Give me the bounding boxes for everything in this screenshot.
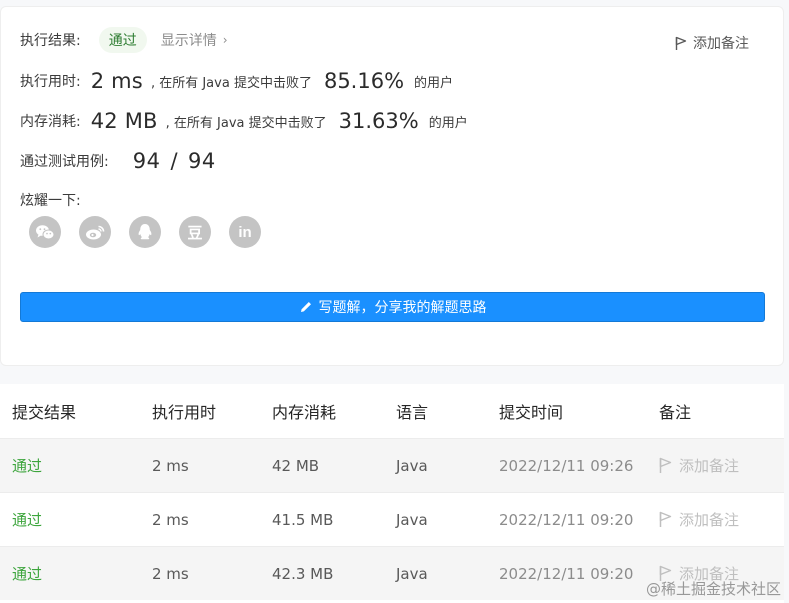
linkedin-glyph: in <box>238 223 252 241</box>
row-result-link[interactable]: 通过 <box>12 509 42 530</box>
qq-icon[interactable] <box>129 216 161 248</box>
header-memory: 内存消耗 <box>272 403 337 422</box>
linkedin-icon[interactable]: in <box>229 216 261 248</box>
share-icons: 豆 in <box>29 216 279 248</box>
header-language: 语言 <box>396 403 429 422</box>
row-runtime: 2 ms <box>152 510 189 529</box>
flag-icon <box>659 511 672 527</box>
share-label: 炫耀一下: <box>20 193 81 209</box>
row-add-note-label: 添加备注 <box>679 457 740 475</box>
show-details-link[interactable]: 显示详情 › <box>161 30 228 50</box>
row-add-note-button[interactable]: 添加备注 <box>659 509 739 530</box>
testcases-label: 通过测试用例: <box>20 154 109 170</box>
row-result-link[interactable]: 通过 <box>12 455 42 476</box>
runtime-text: , 在所有 Java 提交中击败了 <box>150 75 312 91</box>
add-note-button[interactable]: 添加备注 <box>675 33 749 53</box>
header-submit-time: 提交时间 <box>499 403 564 422</box>
add-note-label: 添加备注 <box>693 36 749 52</box>
row-language: Java <box>396 510 428 529</box>
row-add-note-button[interactable]: 添加备注 <box>659 455 739 476</box>
header-result: 提交结果 <box>12 403 77 422</box>
testcases-row: 通过测试用例: 94 / 94 <box>20 149 216 173</box>
result-row: 执行结果: 通过 显示详情 › <box>20 27 228 53</box>
runtime-label: 执行用时: <box>20 74 81 90</box>
watermark: @稀土掘金技术社区 <box>645 580 781 598</box>
table-row: 通过 2 ms 42 MB Java 2022/12/11 09:26 添加备注 <box>0 438 784 492</box>
row-memory: 42.3 MB <box>272 564 334 583</box>
memory-text: , 在所有 Java 提交中击败了 <box>165 115 327 131</box>
row-language: Java <box>396 456 428 475</box>
pencil-icon <box>300 302 311 312</box>
submissions-table: 提交结果 执行用时 内存消耗 语言 提交时间 备注 通过 2 ms 42 MB … <box>0 384 784 603</box>
show-details-label: 显示详情 <box>160 33 217 49</box>
testcases-separator: / <box>170 149 179 173</box>
row-result-link[interactable]: 通过 <box>12 563 42 584</box>
douban-glyph: 豆 <box>187 224 203 242</box>
memory-value: 42 MB <box>90 109 158 133</box>
weibo-icon[interactable] <box>79 216 111 248</box>
row-memory: 41.5 MB <box>272 510 334 529</box>
flag-icon <box>659 457 672 473</box>
table-row: 通过 2 ms 41.5 MB Java 2022/12/11 09:20 添加… <box>0 492 784 546</box>
memory-percent: 31.63% <box>338 109 419 133</box>
table-header: 提交结果 执行用时 内存消耗 语言 提交时间 备注 <box>0 384 784 438</box>
chevron-right-icon: › <box>222 33 228 47</box>
write-solution-button[interactable]: 写题解，分享我的解题思路 <box>20 292 765 322</box>
runtime-suffix: 的用户 <box>414 75 454 91</box>
memory-label: 内存消耗: <box>20 114 81 130</box>
runtime-row: 执行用时: 2 ms , 在所有 Java 提交中击败了 85.16% 的用户 <box>20 69 453 93</box>
row-submit-time: 2022/12/11 09:26 <box>499 456 634 475</box>
status-badge: 通过 <box>98 27 147 53</box>
header-note: 备注 <box>659 403 692 422</box>
row-add-note-label: 添加备注 <box>679 511 740 529</box>
row-submit-time: 2022/12/11 09:20 <box>499 564 634 583</box>
header-runtime: 执行用时 <box>152 403 217 422</box>
result-label: 执行结果: <box>20 33 81 49</box>
row-runtime: 2 ms <box>152 456 189 475</box>
share-row: 炫耀一下: <box>20 190 81 210</box>
testcases-total: 94 <box>188 149 216 173</box>
testcases-passed: 94 <box>132 149 161 173</box>
row-memory: 42 MB <box>272 456 320 475</box>
runtime-percent: 85.16% <box>323 69 405 93</box>
douban-icon[interactable]: 豆 <box>179 216 211 248</box>
wechat-icon[interactable] <box>29 216 61 248</box>
flag-icon <box>675 36 687 50</box>
memory-suffix: 的用户 <box>428 115 468 131</box>
testcases-count: 94 / 94 <box>133 149 216 173</box>
memory-row: 内存消耗: 42 MB , 在所有 Java 提交中击败了 31.63% 的用户 <box>20 109 468 133</box>
row-runtime: 2 ms <box>152 564 189 583</box>
result-card: 执行结果: 通过 显示详情 › 添加备注 执行用时: 2 ms , 在所有 Ja… <box>0 6 784 366</box>
row-language: Java <box>396 564 428 583</box>
row-submit-time: 2022/12/11 09:20 <box>499 510 634 529</box>
runtime-value: 2 ms <box>90 69 143 93</box>
write-solution-label: 写题解，分享我的解题思路 <box>318 300 487 316</box>
